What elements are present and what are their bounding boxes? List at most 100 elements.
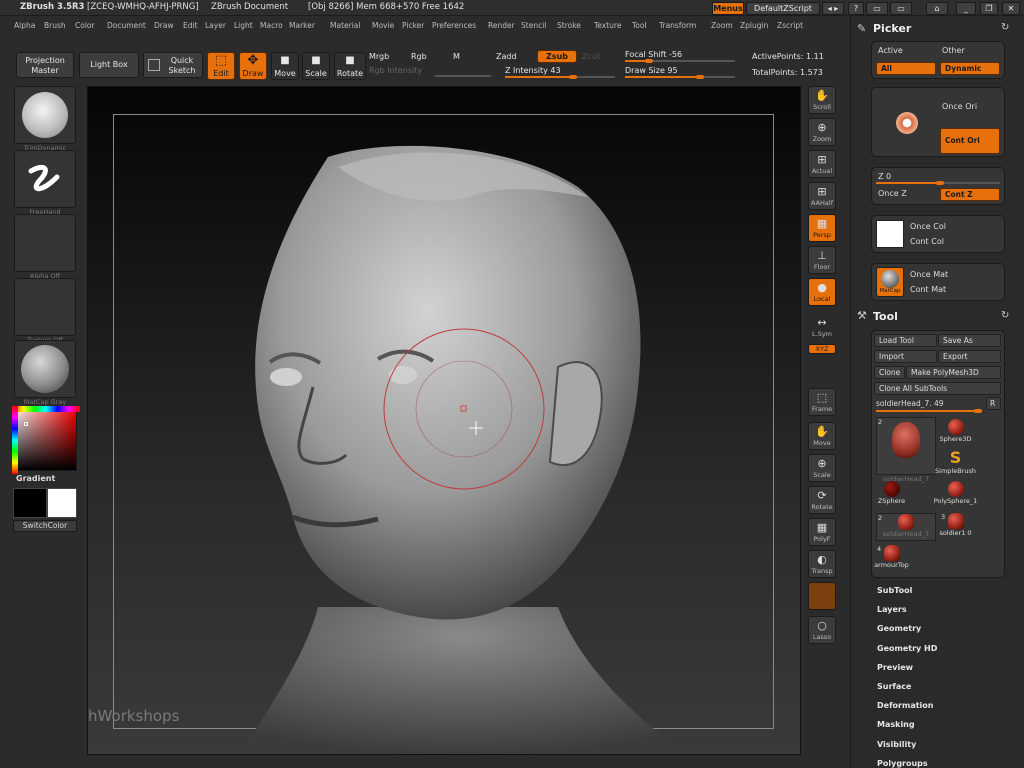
tool-thumb-6[interactable]: 3 soldier1 0 [939, 513, 972, 541]
gradient-label[interactable]: Gradient [16, 474, 55, 483]
shelf-scale-button[interactable]: ⊕ Scale [808, 454, 836, 482]
shelf-lasso-button[interactable]: ○ Lasso [808, 616, 836, 644]
m-button[interactable]: M [453, 52, 460, 61]
cont-mat-label[interactable]: Cont Mat [910, 285, 946, 294]
shelf-color-swatch-button[interactable] [808, 582, 836, 610]
menu-render[interactable]: Render [488, 21, 515, 30]
rotate-button[interactable]: ■ Rotate [334, 52, 366, 80]
scale-button[interactable]: ■ Scale [302, 52, 330, 80]
shelf-local-button[interactable]: ● Local [808, 278, 836, 306]
tool-thumb-4[interactable]: PolySphere_1 [934, 481, 977, 509]
once-col-label[interactable]: Once Col [910, 222, 946, 231]
rgb-button[interactable]: Rgb [411, 52, 427, 61]
section-geometry-hd[interactable]: Geometry HD [877, 644, 937, 653]
zcut-button[interactable]: Zcut [582, 52, 600, 61]
import-button[interactable]: Import [874, 350, 937, 363]
picker-refresh-icon[interactable]: ↻ [1001, 22, 1009, 33]
section-geometry[interactable]: Geometry [877, 624, 921, 633]
tool-thumb-7[interactable]: 4 armourTop [874, 545, 909, 573]
restore-icon[interactable]: ❐ [980, 2, 998, 15]
menu-movie[interactable]: Movie [372, 21, 394, 30]
switch-color-button[interactable]: SwitchColor [13, 520, 77, 532]
draw-button[interactable]: ✥ Draw [239, 52, 267, 80]
menu-draw[interactable]: Draw [154, 21, 174, 30]
quick-sketch-button[interactable]: Quick Sketch [143, 52, 203, 78]
menu-document[interactable]: Document [107, 21, 146, 30]
menu-zscript[interactable]: Zscript [777, 21, 803, 30]
tool-title[interactable]: Tool [873, 310, 898, 323]
zadd-button[interactable]: Zadd [496, 52, 517, 61]
help-icon[interactable]: ? [848, 2, 864, 15]
make-polymesh-button[interactable]: Make PolyMesh3D [906, 366, 1001, 379]
clone-button[interactable]: Clone [874, 366, 905, 379]
tool-thumb-1[interactable]: Sphere3D [939, 419, 972, 447]
shelf-xyz-button[interactable]: XYZ [808, 344, 836, 354]
section-layers[interactable]: Layers [877, 605, 907, 614]
menu-layer[interactable]: Layer [205, 21, 226, 30]
all-button[interactable]: All [876, 62, 936, 75]
edit-button[interactable]: ⬚ Edit [207, 52, 235, 80]
menu-light[interactable]: Light [234, 21, 253, 30]
move-button[interactable]: ■ Move [271, 52, 299, 80]
once-mat-label[interactable]: Once Mat [910, 270, 948, 279]
matcap-swatch[interactable]: MatCap [876, 267, 904, 297]
document-canvas[interactable]: ZBrushWorkshops [87, 86, 801, 755]
shelf-polyf-button[interactable]: ▦ PolyF [808, 518, 836, 546]
menu-preferences[interactable]: Preferences [432, 21, 476, 30]
export-button[interactable]: Export [938, 350, 1001, 363]
z-slider-track[interactable] [876, 181, 1000, 185]
secondary-color-swatch[interactable] [47, 488, 77, 518]
menu-zplugin[interactable]: Zplugin [740, 21, 768, 30]
texture-thumbnail[interactable]: Texture Off [14, 278, 76, 344]
menu-stencil[interactable]: Stencil [521, 21, 546, 30]
z-intensity-slider[interactable]: Z Intensity 43 [505, 66, 561, 75]
shelf-rotate-button[interactable]: ⟳ Rotate [808, 486, 836, 514]
shelf-lsym-button[interactable]: ↔ L.Sym [808, 314, 836, 342]
light-box-button[interactable]: Light Box [79, 52, 139, 78]
save-as-button[interactable]: Save As [938, 334, 1001, 347]
shelf-zoom-button[interactable]: ⊕ Zoom [808, 118, 836, 146]
menu-picker[interactable]: Picker [402, 21, 424, 30]
stroke-thumbnail[interactable]: FreeHand [14, 150, 76, 216]
material-thumbnail[interactable]: MatCap Gray [14, 340, 76, 406]
menu-transform[interactable]: Transform [659, 21, 696, 30]
menu-color[interactable]: Color [75, 21, 95, 30]
menu-macro[interactable]: Macro [260, 21, 283, 30]
brush-thumbnail[interactable]: TrimDynamic [14, 86, 76, 152]
menu-alpha[interactable]: Alpha [14, 21, 35, 30]
picker-title[interactable]: Picker [873, 22, 911, 35]
shelf-floor-button[interactable]: ⊥ Floor [808, 246, 836, 274]
layout-right-icon[interactable]: ▭ [890, 2, 912, 15]
once-ori-label[interactable]: Once Ori [942, 102, 977, 111]
menu-tool[interactable]: Tool [632, 21, 647, 30]
arrows-icon[interactable]: ◂ ▸ [822, 2, 844, 15]
mrgb-button[interactable]: Mrgb [369, 52, 389, 61]
draw-size-track[interactable] [625, 75, 735, 79]
shelf-transp-button[interactable]: ◐ Transp [808, 550, 836, 578]
tool-thumb-2[interactable]: S SimpleBrush [935, 449, 976, 477]
cont-col-label[interactable]: Cont Col [910, 237, 944, 246]
default-zscript-button[interactable]: DefaultZScript [746, 2, 820, 15]
alpha-thumbnail[interactable]: Alpha Off [14, 214, 76, 280]
menu-material[interactable]: Material [330, 21, 360, 30]
section-preview[interactable]: Preview [877, 663, 913, 672]
tool-thumb-5[interactable]: 2 soldierHead_7 [876, 513, 936, 541]
section-surface[interactable]: Surface [877, 682, 911, 691]
shelf-frame-button[interactable]: ⬚ Frame [808, 388, 836, 416]
clone-all-subtools-button[interactable]: Clone All SubTools [874, 382, 1001, 395]
layout-left-icon[interactable]: ▭ [866, 2, 888, 15]
menus-button[interactable]: Menus [712, 2, 744, 15]
section-subtool[interactable]: SubTool [877, 586, 912, 595]
section-masking[interactable]: Masking [877, 720, 915, 729]
menu-edit[interactable]: Edit [183, 21, 198, 30]
once-z-label[interactable]: Once Z [878, 189, 907, 198]
draw-size-slider[interactable]: Draw Size 95 [625, 66, 678, 75]
menu-brush[interactable]: Brush [44, 21, 66, 30]
tool-r-button[interactable]: R [986, 397, 1001, 410]
lock-icon[interactable]: ⌂ [926, 2, 948, 15]
focal-shift-track[interactable] [625, 59, 735, 63]
load-tool-button[interactable]: Load Tool [874, 334, 937, 347]
zsub-button[interactable]: Zsub [537, 50, 577, 63]
tool-refresh-icon[interactable]: ↻ [1001, 310, 1009, 321]
shelf-move-button[interactable]: ✋ Move [808, 422, 836, 450]
